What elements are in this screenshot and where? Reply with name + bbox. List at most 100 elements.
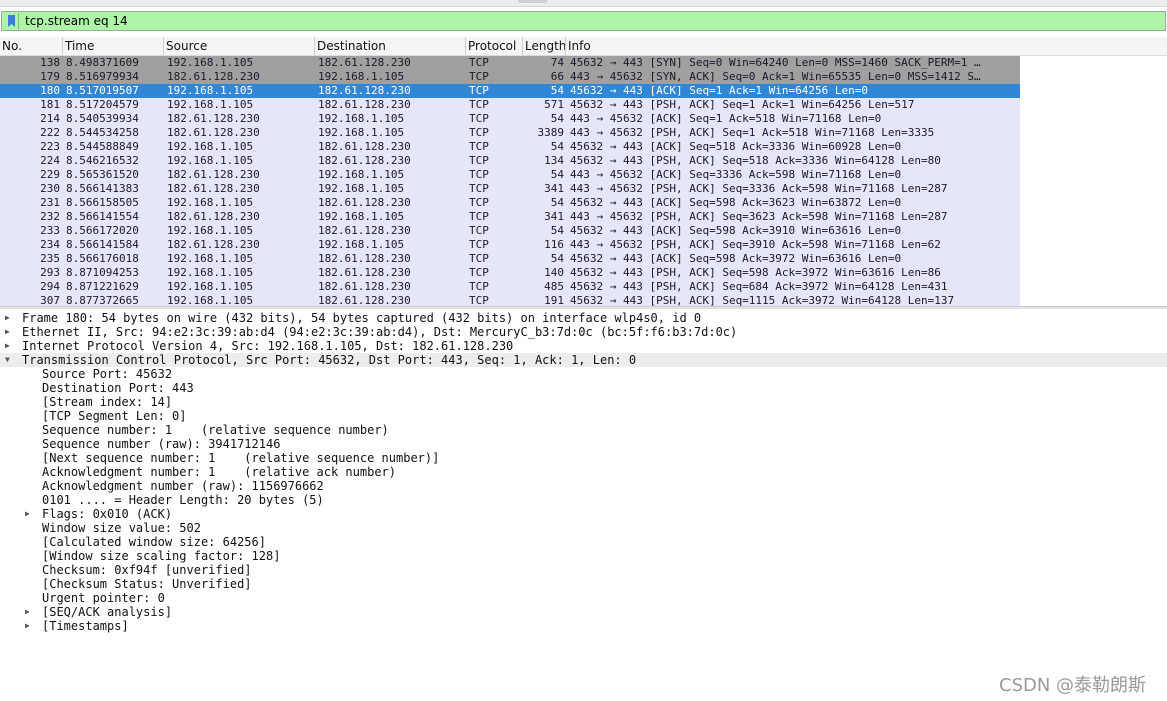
- packet-proto: TCP: [469, 70, 489, 83]
- packet-time: 8.546216532: [66, 154, 139, 167]
- triangle-right-icon[interactable]: ▶: [25, 605, 35, 619]
- packet-no: 233: [40, 224, 60, 237]
- packet-row[interactable]: 233 8.566172020 192.168.1.105 182.61.128.23…: [0, 224, 1020, 238]
- packet-row[interactable]: 234 8.566141584 182.61.128.230 192.168.1.10…: [0, 238, 1020, 252]
- packet-time: 8.544588849: [66, 140, 139, 153]
- packet-row[interactable]: 181 8.517204579 192.168.1.105 182.61.128.23…: [0, 98, 1020, 112]
- packet-time: 8.544534258: [66, 126, 139, 139]
- triangle-down-icon[interactable]: ▼: [5, 353, 15, 367]
- column-header-destination[interactable]: Destination: [315, 37, 466, 55]
- packet-src: 192.168.1.105: [167, 56, 254, 69]
- display-filter-input[interactable]: tcp.stream eq 14: [25, 14, 128, 28]
- packet-info: 45632 → 443 [PSH, ACK] Seq=684 Ack=3972 …: [570, 280, 948, 293]
- packet-info: 45632 → 443 [ACK] Seq=518 Ack=3336 Win=6…: [570, 140, 902, 153]
- packet-src: 182.61.128.230: [167, 70, 260, 83]
- packet-time: 8.566158505: [66, 196, 139, 209]
- packet-proto: TCP: [469, 140, 489, 153]
- packet-row[interactable]: 222 8.544534258 182.61.128.230 192.168.1.10…: [0, 126, 1020, 140]
- packet-src: 182.61.128.230: [167, 238, 260, 251]
- detail-text: Ethernet II, Src: 94:e2:3c:39:ab:d4 (94:…: [22, 325, 738, 339]
- packet-src: 192.168.1.105: [167, 266, 254, 279]
- packet-row[interactable]: 223 8.544588849 192.168.1.105 182.61.128.23…: [0, 140, 1020, 154]
- triangle-right-icon[interactable]: ▶: [25, 507, 35, 521]
- packet-len: 485: [544, 280, 564, 293]
- packet-info: 443 → 45632 [ACK] Seq=1 Ack=518 Win=7116…: [570, 112, 882, 125]
- packet-list-header: No. Time Source Destination Protocol Len…: [0, 37, 1167, 56]
- triangle-right-icon[interactable]: ▶: [25, 619, 35, 633]
- packet-no: 222: [40, 126, 60, 139]
- packet-row[interactable]: 138 8.498371609 192.168.1.105 182.61.128.23…: [0, 56, 1020, 70]
- packet-no: 235: [40, 252, 60, 265]
- packet-row-selected[interactable]: 180 8.517019507 192.168.1.105 182.61.128.23…: [0, 84, 1020, 98]
- detail-text: Destination Port: 443: [42, 381, 194, 395]
- packet-time: 8.566141554: [66, 210, 139, 223]
- packet-len: 134: [544, 154, 564, 167]
- column-header-length[interactable]: Length: [523, 37, 566, 55]
- watermark: CSDN @泰勒朗斯: [999, 675, 1147, 696]
- packet-len: 341: [544, 210, 564, 223]
- splitter-handle[interactable]: [518, 0, 548, 3]
- packet-src: 182.61.128.230: [167, 168, 260, 181]
- detail-text: [Window size scaling factor: 128]: [42, 549, 281, 563]
- detail-text: Sequence number (raw): 3941712146: [42, 437, 281, 451]
- packet-time: 8.566172020: [66, 224, 139, 237]
- packet-proto: TCP: [469, 126, 489, 139]
- packet-dst: 192.168.1.105: [318, 112, 405, 125]
- packet-row[interactable]: 235 8.566176018 192.168.1.105 182.61.128.23…: [0, 252, 1020, 266]
- display-filter-bar[interactable]: tcp.stream eq 14: [1, 11, 1166, 31]
- packet-dst: 182.61.128.230: [318, 84, 411, 97]
- triangle-right-icon[interactable]: ▶: [5, 325, 15, 339]
- packet-proto: TCP: [469, 280, 489, 293]
- detail-text: [Next sequence number: 1 (relative seque…: [42, 451, 440, 465]
- pane-divider[interactable]: [0, 306, 1167, 309]
- packet-row[interactable]: 224 8.546216532 192.168.1.105 182.61.128.23…: [0, 154, 1020, 168]
- packet-no: 293: [40, 266, 60, 279]
- packet-no: 231: [40, 196, 60, 209]
- packet-row[interactable]: 214 8.540539934 182.61.128.230 192.168.1.10…: [0, 112, 1020, 126]
- packet-dst: 192.168.1.105: [318, 210, 405, 223]
- packet-dst: 182.61.128.230: [318, 252, 411, 265]
- packet-time: 8.565361520: [66, 168, 139, 181]
- packet-row[interactable]: 230 8.566141383 182.61.128.230 192.168.1.10…: [0, 182, 1020, 196]
- column-header-protocol[interactable]: Protocol: [466, 37, 523, 55]
- packet-no: 234: [40, 238, 60, 251]
- packet-row[interactable]: 231 8.566158505 192.168.1.105 182.61.128.23…: [0, 196, 1020, 210]
- packet-row[interactable]: 294 8.871221629 192.168.1.105 182.61.128.23…: [0, 280, 1020, 294]
- detail-text: [Stream index: 14]: [42, 395, 173, 409]
- packet-row[interactable]: 229 8.565361520 182.61.128.230 192.168.1.10…: [0, 168, 1020, 182]
- packet-len: 3389: [537, 126, 565, 139]
- packet-row[interactable]: 179 8.516979934 182.61.128.230 192.168.1.10…: [0, 70, 1020, 84]
- triangle-right-icon[interactable]: ▶: [5, 339, 15, 353]
- packet-no: 230: [40, 182, 60, 195]
- packet-info: 443 → 45632 [PSH, ACK] Seq=3910 Ack=598 …: [570, 238, 941, 251]
- packet-info: 443 → 45632 [PSH, ACK] Seq=3623 Ack=598 …: [570, 210, 948, 223]
- bookmark-icon[interactable]: [5, 13, 19, 29]
- packet-proto: TCP: [469, 98, 489, 111]
- detail-text: [SEQ/ACK analysis]: [42, 605, 173, 619]
- detail-text: Frame 180: 54 bytes on wire (432 bits), …: [22, 311, 702, 325]
- column-header-time[interactable]: Time: [63, 37, 164, 55]
- packet-len: 54: [550, 168, 564, 181]
- packet-row[interactable]: 232 8.566141554 182.61.128.230 192.168.1.10…: [0, 210, 1020, 224]
- packet-info: 45632 → 443 [SYN] Seq=0 Win=64240 Len=0 …: [570, 56, 981, 69]
- column-header-source[interactable]: Source: [164, 37, 315, 55]
- packet-list[interactable]: No. Time Source Destination Protocol Len…: [0, 37, 1167, 308]
- packet-row[interactable]: 293 8.871094253 192.168.1.105 182.61.128.23…: [0, 266, 1020, 280]
- packet-info: 45632 → 443 [ACK] Seq=1 Ack=1 Win=64256 …: [570, 84, 869, 97]
- detail-text: Acknowledgment number (raw): 1156976662: [42, 479, 324, 493]
- detail-text: Sequence number: 1 (relative sequence nu…: [42, 423, 389, 437]
- packet-time: 8.516979934: [66, 70, 139, 83]
- triangle-right-icon[interactable]: ▶: [5, 311, 15, 325]
- packet-src: 192.168.1.105: [167, 280, 254, 293]
- column-header-info[interactable]: Info: [566, 37, 1167, 55]
- packet-dst: 192.168.1.105: [318, 182, 405, 195]
- packet-dst: 182.61.128.230: [318, 196, 411, 209]
- detail-text: Transmission Control Protocol, Src Port:…: [22, 353, 637, 367]
- detail-section[interactable]: ▼ Transmission Control Protocol, Src Port…: [0, 353, 1167, 367]
- detail-text: Window size value: 502: [42, 521, 201, 535]
- packet-len: 116: [544, 238, 564, 251]
- column-header-no[interactable]: No.: [0, 37, 63, 55]
- packet-proto: TCP: [469, 196, 489, 209]
- packet-no: 180: [40, 84, 60, 97]
- packet-dst: 182.61.128.230: [318, 224, 411, 237]
